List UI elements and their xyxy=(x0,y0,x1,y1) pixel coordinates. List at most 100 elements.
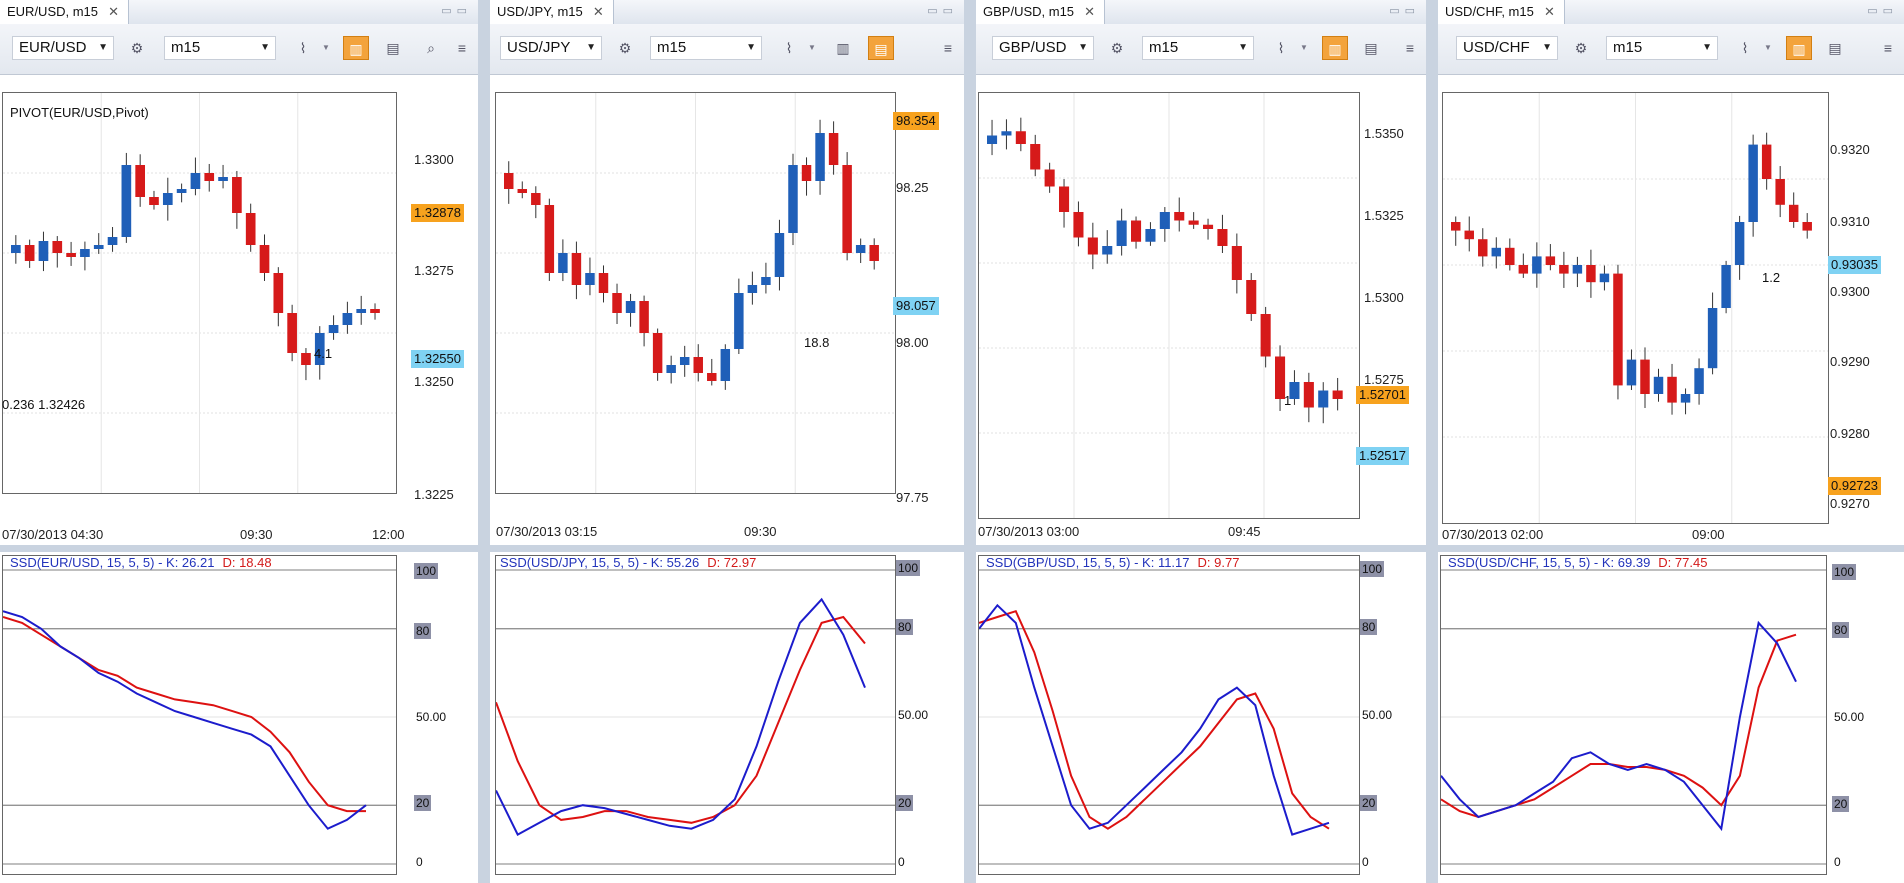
candle xyxy=(558,239,568,282)
candle xyxy=(707,358,717,386)
candle xyxy=(1694,358,1704,405)
close-icon[interactable]: ✕ xyxy=(1084,0,1095,24)
close-icon[interactable]: ✕ xyxy=(108,0,119,24)
pane-splitter[interactable] xyxy=(490,545,964,552)
timeframe-select[interactable]: m15 ▼ xyxy=(1606,36,1718,60)
tab-eurusd[interactable]: EUR/USD, m15 ✕ xyxy=(0,0,130,24)
tab-usdchf[interactable]: USD/CHF, m15 ✕ xyxy=(1438,0,1565,24)
candle xyxy=(135,154,146,207)
timeframe-select[interactable]: m15 ▼ xyxy=(650,36,762,60)
candle xyxy=(1059,179,1070,228)
chevron-down-icon[interactable]: ▼ xyxy=(808,36,816,60)
bars-icon[interactable]: ▤ xyxy=(380,36,406,60)
symbol-select[interactable]: USD/JPY ▼ xyxy=(500,36,602,60)
pane-splitter[interactable] xyxy=(0,545,478,552)
price-plot[interactable] xyxy=(2,92,397,494)
osc-level: 80 xyxy=(1360,619,1378,635)
chart-type-icon[interactable]: ⌇ xyxy=(1268,36,1294,60)
price-plot[interactable] xyxy=(495,92,896,494)
candle xyxy=(801,157,812,196)
indicator-icon[interactable]: ⚙ xyxy=(1568,36,1594,60)
indicator-icon[interactable]: ⚙ xyxy=(612,36,638,60)
close-icon[interactable]: ✕ xyxy=(593,0,604,24)
candle xyxy=(544,198,555,281)
candle xyxy=(1788,192,1799,228)
candle xyxy=(1001,119,1012,150)
indicator-icon[interactable]: ⚙ xyxy=(1104,36,1130,60)
symbol-select[interactable]: EUR/USD ▼ xyxy=(12,36,114,60)
oscillator-plot[interactable] xyxy=(2,555,397,875)
candle xyxy=(842,152,852,261)
candle xyxy=(1491,237,1502,269)
timeframe-select[interactable]: m15 ▼ xyxy=(164,36,276,60)
oscillator-plot[interactable] xyxy=(1440,555,1827,875)
candle xyxy=(1626,349,1637,390)
bars-icon[interactable]: ▤ xyxy=(868,36,894,60)
symbol-select[interactable]: USD/CHF ▼ xyxy=(1456,36,1558,60)
close-icon[interactable]: ✕ xyxy=(1544,0,1555,24)
osc-level: 20 xyxy=(414,795,432,811)
price-plot[interactable] xyxy=(978,92,1360,519)
chart-type-icon[interactable]: ⌇ xyxy=(1732,36,1758,60)
price-tick: 1.5275 xyxy=(1364,372,1404,387)
osc-level: 100 xyxy=(896,560,921,576)
candle xyxy=(1775,166,1785,218)
candle xyxy=(1451,216,1461,246)
chevron-down-icon[interactable]: ▼ xyxy=(1764,36,1772,60)
time-label: 12:00 xyxy=(372,527,405,542)
symbol-select[interactable]: GBP/USD ▼ xyxy=(992,36,1094,60)
oscillator-plot[interactable] xyxy=(978,555,1360,875)
price-chart[interactable] xyxy=(976,75,1426,545)
annotation-label: 18.8 xyxy=(804,335,830,350)
candle xyxy=(66,241,76,266)
timeframe-select[interactable]: m15 ▼ xyxy=(1142,36,1254,60)
k-line xyxy=(978,603,1330,836)
price-chart[interactable] xyxy=(0,75,478,545)
time-label: 09:00 xyxy=(1692,527,1725,542)
price-plot[interactable] xyxy=(1442,92,1829,524)
candles-icon[interactable]: ▥ xyxy=(1786,36,1812,60)
bars-icon[interactable]: ▤ xyxy=(1822,36,1848,60)
candle xyxy=(693,344,703,382)
crosshair-icon[interactable]: ⌕ xyxy=(418,36,444,60)
oscillator-plot[interactable] xyxy=(495,555,896,875)
menu-icon[interactable]: ≡ xyxy=(938,36,958,60)
window-restore-icon[interactable]: ▭▭ xyxy=(927,4,958,17)
candles-icon[interactable]: ▥ xyxy=(830,36,856,60)
candle xyxy=(1231,233,1242,294)
candle xyxy=(1145,222,1156,246)
chart-toolbar: GBP/USD ▼ ⚙ m15 ▼ ⌇ ▼ ▥ ▤ ≡ xyxy=(976,24,1426,75)
candle xyxy=(1505,238,1515,271)
indicator-icon[interactable]: ⚙ xyxy=(124,36,150,60)
osc-level: 50.00 xyxy=(1834,710,1865,724)
tab-bar: EUR/USD, m15 ✕ ▭▭ xyxy=(0,0,478,25)
candle xyxy=(1640,347,1650,409)
menu-icon[interactable]: ≡ xyxy=(452,36,472,60)
price-tick: 0.9310 xyxy=(1830,214,1870,229)
chart-type-icon[interactable]: ⌇ xyxy=(776,36,802,60)
chart-window-usdjpy: USD/JPY, m15 ✕ ▭▭ USD/JPY ▼ ⚙ m15 ▼ ⌇ ▼ ▥ ▤… xyxy=(490,0,964,883)
chart-type-icon[interactable]: ⌇ xyxy=(290,36,316,60)
window-restore-icon[interactable]: ▭▭ xyxy=(1389,4,1420,17)
chevron-down-icon[interactable]: ▼ xyxy=(1300,36,1308,60)
bars-icon[interactable]: ▤ xyxy=(1358,36,1384,60)
chevron-down-icon[interactable]: ▼ xyxy=(322,36,330,60)
menu-icon[interactable]: ≡ xyxy=(1878,36,1898,60)
tab-gbpusd[interactable]: GBP/USD, m15 ✕ xyxy=(976,0,1106,24)
pane-splitter[interactable] xyxy=(1438,545,1904,552)
candle xyxy=(245,203,256,252)
candles-icon[interactable]: ▥ xyxy=(1322,36,1348,60)
window-restore-icon[interactable]: ▭▭ xyxy=(1867,4,1898,17)
candles-icon[interactable]: ▥ xyxy=(343,36,369,60)
window-restore-icon[interactable]: ▭▭ xyxy=(441,4,472,17)
pane-splitter[interactable] xyxy=(976,545,1426,552)
chart-toolbar: EUR/USD ▼ ⚙ m15 ▼ ⌇ ▼ ▥ ▤ ⌕ ≡ xyxy=(0,24,478,75)
candle xyxy=(828,121,839,175)
menu-icon[interactable]: ≡ xyxy=(1400,36,1420,60)
price-tick: 0.9290 xyxy=(1830,354,1870,369)
price-tick: 1.5350 xyxy=(1364,126,1404,141)
chart-toolbar: USD/JPY ▼ ⚙ m15 ▼ ⌇ ▼ ▥ ▤ ≡ xyxy=(490,24,964,75)
candle xyxy=(1464,216,1474,252)
candle xyxy=(52,236,63,268)
tab-usdjpy[interactable]: USD/JPY, m15 ✕ xyxy=(490,0,614,24)
